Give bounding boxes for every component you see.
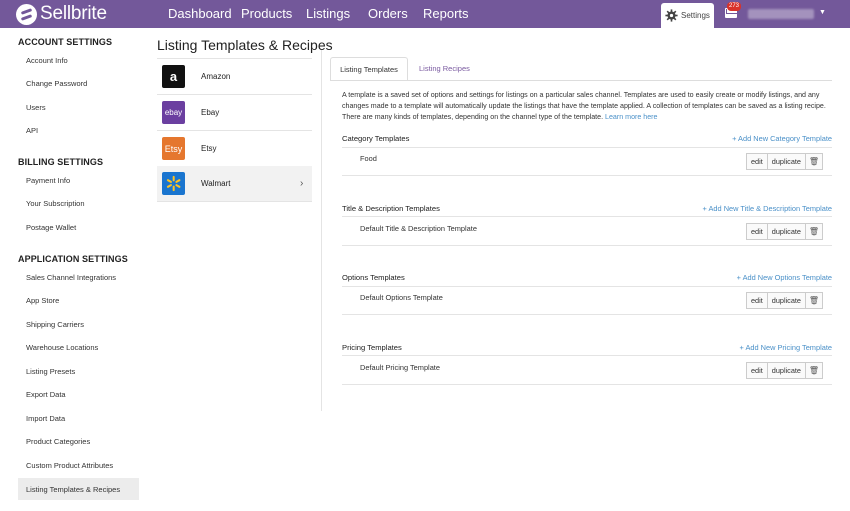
trash-icon[interactable]: 🗑 — [805, 153, 823, 170]
gear-icon — [665, 9, 678, 22]
sidebar-item-api[interactable]: API — [26, 126, 38, 135]
nav-reports[interactable]: Reports — [423, 0, 469, 28]
channel-name: Amazon — [201, 72, 231, 81]
sidebar-item-listing-templates-recipes[interactable]: Listing Templates & Recipes — [26, 485, 120, 494]
section-divider — [342, 355, 832, 356]
section-title: Options Templates — [342, 273, 405, 282]
walmart-logo-icon — [162, 172, 185, 195]
section-title: Category Templates — [342, 134, 410, 143]
nav-orders[interactable]: Orders — [368, 0, 408, 28]
section-divider — [342, 216, 832, 217]
description-text: A template is a saved set of options and… — [342, 91, 826, 121]
trash-icon[interactable]: 🗑 — [805, 223, 823, 240]
etsy-logo-icon: Etsy — [162, 137, 185, 160]
duplicate-button[interactable]: duplicate — [767, 292, 806, 309]
template-actions: edit duplicate 🗑 — [746, 292, 823, 309]
edit-button[interactable]: edit — [746, 292, 768, 309]
page-title: Listing Templates & Recipes — [157, 37, 333, 53]
edit-button[interactable]: edit — [746, 153, 768, 170]
sidebar-item-postage-wallet[interactable]: Postage Wallet — [26, 223, 76, 232]
add-category-template-link[interactable]: + Add New Category Template — [732, 134, 832, 143]
sidebar-item-warehouse-locations[interactable]: Warehouse Locations — [26, 343, 98, 352]
duplicate-button[interactable]: duplicate — [767, 362, 806, 379]
settings-tab[interactable]: Settings — [661, 3, 714, 28]
column-divider — [321, 50, 322, 411]
sidebar-item-change-password[interactable]: Change Password — [26, 79, 87, 88]
template-name: Default Options Template — [360, 293, 443, 302]
settings-label: Settings — [681, 11, 710, 20]
duplicate-button[interactable]: duplicate — [767, 223, 806, 240]
template-name: Default Pricing Template — [360, 363, 440, 372]
nav-listings[interactable]: Listings — [306, 0, 350, 28]
template-actions: edit duplicate 🗑 — [746, 153, 823, 170]
logo-text: Sellbrite — [40, 3, 107, 24]
sidebar-item-payment-info[interactable]: Payment Info — [26, 176, 70, 185]
sidebar-item-shipping-carriers[interactable]: Shipping Carriers — [26, 320, 84, 329]
add-title-description-template-link[interactable]: + Add New Title & Description Template — [703, 204, 832, 213]
sidebar-heading-account: ACCOUNT SETTINGS — [18, 37, 113, 47]
section-divider — [342, 147, 832, 148]
add-pricing-template-link[interactable]: + Add New Pricing Template — [739, 343, 832, 352]
trash-icon[interactable]: 🗑 — [805, 362, 823, 379]
section-title: Pricing Templates — [342, 343, 402, 352]
channel-name: Etsy — [201, 144, 217, 153]
ebay-logo-icon: ebay — [162, 101, 185, 124]
channel-row-ebay[interactable]: ebay Ebay — [157, 95, 312, 131]
template-name: Food — [360, 154, 377, 163]
section-title: Title & Description Templates — [342, 204, 440, 213]
tab-listing-templates[interactable]: Listing Templates — [330, 57, 408, 81]
sidebar-item-your-subscription[interactable]: Your Subscription — [26, 199, 85, 208]
sidebar-item-custom-product-attributes[interactable]: Custom Product Attributes — [26, 461, 113, 470]
channel-name: Ebay — [201, 108, 220, 117]
template-actions: edit duplicate 🗑 — [746, 362, 823, 379]
section-divider — [342, 175, 832, 176]
sidebar-item-app-store[interactable]: App Store — [26, 296, 59, 305]
amazon-logo-icon: a — [162, 65, 185, 88]
sidebar-item-listing-presets[interactable]: Listing Presets — [26, 367, 75, 376]
section-divider — [342, 384, 832, 385]
nav-products[interactable]: Products — [241, 0, 292, 28]
section-divider — [342, 286, 832, 287]
sidebar-heading-billing: BILLING SETTINGS — [18, 157, 104, 167]
sidebar-heading-application: APPLICATION SETTINGS — [18, 254, 128, 264]
channel-name: Walmart — [201, 179, 231, 188]
sidebar-item-account-info[interactable]: Account Info — [26, 56, 68, 65]
channel-row-amazon[interactable]: a Amazon — [157, 59, 312, 95]
section-divider — [342, 245, 832, 246]
edit-button[interactable]: edit — [746, 362, 768, 379]
user-menu[interactable] — [748, 9, 814, 19]
channel-row-walmart[interactable]: Walmart › — [157, 166, 312, 202]
sellbrite-logo-icon — [16, 3, 37, 25]
sidebar-item-product-categories[interactable]: Product Categories — [26, 437, 90, 446]
template-actions: edit duplicate 🗑 — [746, 223, 823, 240]
channel-list: a Amazon ebay Ebay Etsy Etsy Walmart › — [157, 58, 312, 202]
add-options-template-link[interactable]: + Add New Options Template — [737, 273, 832, 282]
template-name: Default Title & Description Template — [360, 224, 477, 233]
chevron-right-icon: › — [300, 178, 304, 189]
tab-underline — [330, 80, 832, 81]
sellbrite-logo[interactable]: Sellbrite — [16, 3, 107, 25]
nav-dashboard[interactable]: Dashboard — [168, 0, 232, 28]
tab-listing-recipes[interactable]: Listing Recipes — [409, 57, 480, 81]
edit-button[interactable]: edit — [746, 223, 768, 240]
templates-description: A template is a saved set of options and… — [342, 90, 832, 123]
notification-badge: 273 — [727, 2, 742, 11]
learn-more-link[interactable]: Learn more here — [605, 113, 657, 121]
duplicate-button[interactable]: duplicate — [767, 153, 806, 170]
caret-down-icon[interactable]: ▼ — [819, 9, 826, 16]
section-divider — [342, 314, 832, 315]
sidebar-item-export-data[interactable]: Export Data — [26, 390, 66, 399]
top-navbar: Sellbrite Dashboard Products Listings Or… — [0, 0, 850, 28]
sidebar-item-import-data[interactable]: Import Data — [26, 414, 65, 423]
sidebar-item-users[interactable]: Users — [26, 103, 46, 112]
sidebar-item-sales-channel-integrations[interactable]: Sales Channel Integrations — [26, 273, 116, 282]
trash-icon[interactable]: 🗑 — [805, 292, 823, 309]
channel-row-etsy[interactable]: Etsy Etsy — [157, 131, 312, 167]
